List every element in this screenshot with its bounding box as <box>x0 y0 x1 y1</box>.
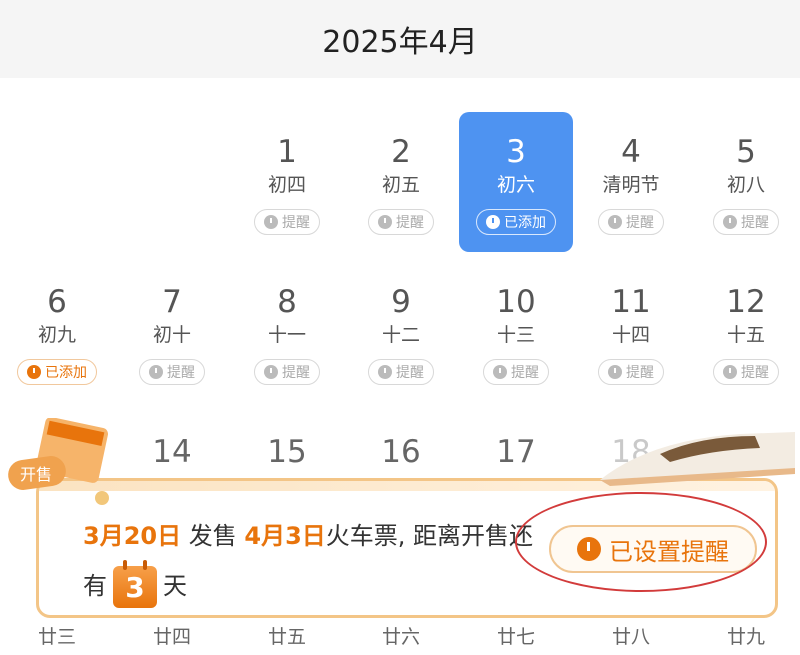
day-number: 4 <box>621 134 641 170</box>
alarm-clock-icon <box>723 365 737 379</box>
lunar-date: 廿七 <box>496 626 535 648</box>
calendar-day-14[interactable]: 14 <box>115 412 229 472</box>
day-number: 17 <box>496 434 536 470</box>
alarm-clock-icon <box>493 365 507 379</box>
lunar-date: 初十 <box>152 324 191 346</box>
calendar-day-2[interactable]: 2 初五 提醒 <box>344 112 458 252</box>
alarm-clock-icon <box>264 365 278 379</box>
lunar-date: 十二 <box>381 324 420 346</box>
lunar-date: 廿九 <box>726 626 765 648</box>
lunar-date: 廿六 <box>381 626 420 648</box>
alarm-clock-icon <box>378 365 392 379</box>
day-number: 8 <box>277 284 297 320</box>
lunar-date: 廿八 <box>611 626 650 648</box>
reminder-label: 提醒 <box>282 365 310 381</box>
day-number: 15 <box>267 434 307 470</box>
day-number: 5 <box>736 134 756 170</box>
lunar-date: 廿五 <box>267 626 306 648</box>
calendar-day-17[interactable]: 17 <box>459 412 573 472</box>
lunar-date: 初四 <box>267 174 306 196</box>
msg-text: 天 <box>163 572 187 600</box>
reminder-label: 提醒 <box>396 365 424 381</box>
sale-message: 3月20日 发售 4月3日火车票, 距离开售还有 3 天 <box>83 511 553 611</box>
calendar-day-4[interactable]: 4 清明节 提醒 <box>574 112 688 252</box>
reminder-added-badge[interactable]: 已添加 <box>17 359 97 385</box>
reminder-label: 提醒 <box>396 215 424 231</box>
sale-calendar-icon: 开售 <box>8 418 109 505</box>
lunar-date: 十四 <box>611 324 650 346</box>
reminder-button[interactable]: 提醒 <box>254 359 320 385</box>
annotation-circle <box>515 492 767 592</box>
reminder-label: 已添加 <box>45 365 87 381</box>
day-number: 3 <box>506 134 526 170</box>
reminder-label: 提醒 <box>626 215 654 231</box>
lunar-date: 十三 <box>496 324 535 346</box>
calendar-day-15[interactable]: 15 <box>230 412 344 472</box>
calendar-day-10[interactable]: 10 十三 提醒 <box>459 262 573 402</box>
lunar-date: 初八 <box>726 174 765 196</box>
reminder-button[interactable]: 提醒 <box>713 359 779 385</box>
alarm-clock-icon <box>378 215 392 229</box>
day-number: 2 <box>391 134 411 170</box>
alarm-clock-icon <box>608 365 622 379</box>
days-remaining-calendar-icon: 3 <box>113 560 157 608</box>
calendar-day-8[interactable]: 8 十一 提醒 <box>230 262 344 402</box>
reminder-label: 提醒 <box>741 365 769 381</box>
lunar-date: 初六 <box>496 174 535 196</box>
reminder-label: 提醒 <box>626 365 654 381</box>
lunar-date: 十一 <box>267 324 306 346</box>
alarm-clock-icon <box>723 215 737 229</box>
day-number: 9 <box>391 284 411 320</box>
reminder-label: 提醒 <box>511 365 539 381</box>
reminder-button[interactable]: 提醒 <box>368 209 434 235</box>
reminder-button[interactable]: 提醒 <box>483 359 549 385</box>
calendar-day-7[interactable]: 7 初十 提醒 <box>115 262 229 402</box>
lunar-date: 廿三 <box>37 626 76 648</box>
calendar-day-12[interactable]: 12 十五 提醒 <box>689 262 800 402</box>
lunar-date: 初五 <box>381 174 420 196</box>
calendar-day-5[interactable]: 5 初八 提醒 <box>689 112 800 252</box>
month-title: 2025年4月 <box>322 25 478 60</box>
alarm-clock-icon <box>264 215 278 229</box>
sale-date: 3月20日 <box>83 522 182 550</box>
lunar-date: 初九 <box>37 324 76 346</box>
sale-badge-text: 开售 <box>20 465 52 484</box>
alarm-clock-icon <box>27 365 41 379</box>
travel-date: 4月3日 <box>244 522 326 550</box>
reminder-button[interactable]: 提醒 <box>368 359 434 385</box>
day-number: 10 <box>496 284 536 320</box>
alarm-clock-icon <box>486 215 500 229</box>
alarm-clock-icon <box>608 215 622 229</box>
month-header: 2025年4月 <box>0 0 800 78</box>
reminder-button[interactable]: 提醒 <box>139 359 205 385</box>
calendar-day-16[interactable]: 16 <box>344 412 458 472</box>
lunar-date: 廿四 <box>152 626 191 648</box>
msg-text: 发售 <box>181 522 245 550</box>
day-number: 14 <box>152 434 192 470</box>
lunar-date: 十五 <box>726 324 765 346</box>
reminder-label: 提醒 <box>282 215 310 231</box>
calendar-day-6[interactable]: 6 初九 已添加 <box>0 262 114 402</box>
day-number: 16 <box>381 434 421 470</box>
reminder-added-badge[interactable]: 已添加 <box>476 209 556 235</box>
day-number: 7 <box>162 284 182 320</box>
alarm-clock-icon <box>149 365 163 379</box>
day-number: 1 <box>277 134 297 170</box>
reminder-label: 提醒 <box>741 215 769 231</box>
reminder-label: 提醒 <box>167 365 195 381</box>
day-number: 12 <box>726 284 766 320</box>
calendar-day-1[interactable]: 1 初四 提醒 <box>230 112 344 252</box>
day-number: 11 <box>611 284 651 320</box>
reminder-button[interactable]: 提醒 <box>598 359 664 385</box>
reminder-button[interactable]: 提醒 <box>598 209 664 235</box>
calendar-day-9[interactable]: 9 十二 提醒 <box>344 262 458 402</box>
reminder-label: 已添加 <box>504 215 546 231</box>
reminder-button[interactable]: 提醒 <box>713 209 779 235</box>
day-number: 6 <box>47 284 67 320</box>
lunar-date: 清明节 <box>602 174 660 196</box>
calendar-day-3-selected[interactable]: 3 初六 已添加 <box>459 112 573 252</box>
train-icon <box>600 432 795 486</box>
reminder-button[interactable]: 提醒 <box>254 209 320 235</box>
calendar-day-11[interactable]: 11 十四 提醒 <box>574 262 688 402</box>
